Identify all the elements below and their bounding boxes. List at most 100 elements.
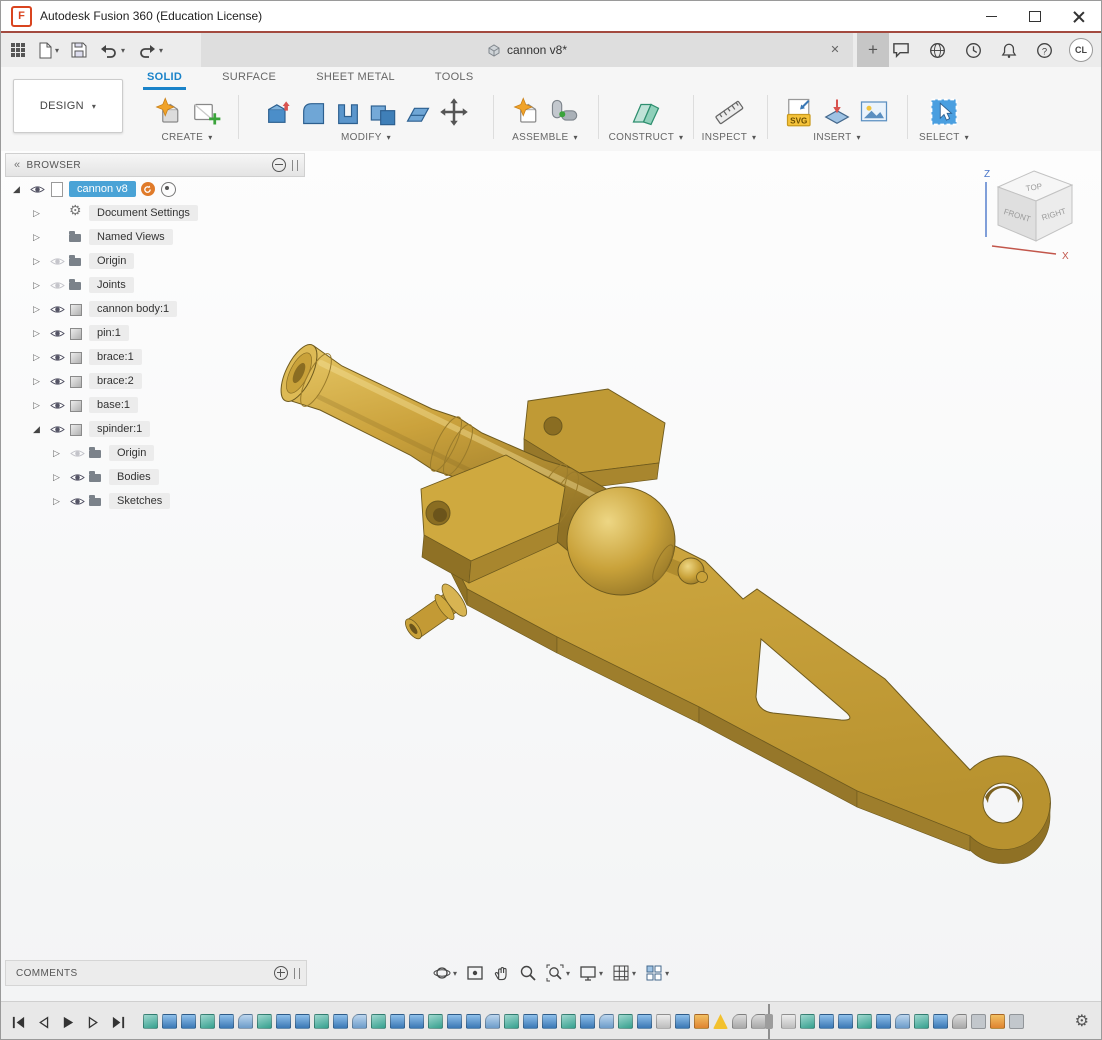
notifications-bell-icon[interactable] — [998, 37, 1020, 63]
timeline-feature-icon[interactable] — [1009, 1014, 1024, 1029]
canvas-icon[interactable] — [859, 97, 889, 127]
update-available-badge[interactable] — [141, 182, 155, 196]
expand-arrow-icon[interactable] — [53, 496, 67, 507]
visibility-eye-icon[interactable] — [70, 472, 85, 483]
browser-item[interactable]: pin:1 — [5, 321, 305, 345]
select-cursor-icon[interactable] — [929, 97, 959, 127]
visibility-eye-icon[interactable] — [50, 376, 65, 387]
timeline-feature-icon[interactable] — [162, 1014, 177, 1029]
tab-tools[interactable]: TOOLS — [431, 67, 478, 90]
clock-history-icon[interactable] — [962, 37, 985, 63]
timeline-feature-icon[interactable] — [675, 1014, 690, 1029]
pan-icon[interactable] — [493, 964, 510, 982]
file-menu-button[interactable]: ▾ — [35, 37, 62, 63]
timeline-feature-icon[interactable] — [599, 1014, 614, 1029]
insert-mesh-icon[interactable] — [822, 97, 852, 127]
browser-root-item[interactable]: cannon v8 — [5, 177, 305, 201]
visibility-eye-icon[interactable] — [50, 424, 65, 435]
expand-arrow-icon[interactable] — [33, 400, 47, 411]
timeline-feature-icon[interactable] — [485, 1014, 500, 1029]
panel-drag-grip[interactable] — [294, 968, 300, 979]
browser-item[interactable]: spinder:1 — [5, 417, 305, 441]
redo-icon[interactable]: ▾ — [134, 37, 166, 63]
timeline-feature-icon[interactable] — [219, 1014, 234, 1029]
timeline-feature-icon[interactable] — [409, 1014, 424, 1029]
skip-to-end-button[interactable] — [111, 1015, 126, 1030]
browser-item[interactable]: Bodies — [5, 465, 305, 489]
panel-drag-grip[interactable] — [292, 160, 298, 171]
visibility-eye-icon[interactable] — [50, 256, 65, 267]
browser-item[interactable]: brace:2 — [5, 369, 305, 393]
expand-arrow-icon[interactable] — [53, 448, 67, 459]
new-tab-button[interactable]: + — [857, 33, 889, 67]
timeline-feature-icon[interactable] — [504, 1014, 519, 1029]
timeline-feature-icon[interactable] — [914, 1014, 929, 1029]
undo-icon[interactable]: ▾ — [96, 37, 128, 63]
skip-to-start-button[interactable] — [11, 1015, 26, 1030]
maximize-button[interactable] — [1013, 1, 1057, 31]
timeline-feature-icon[interactable] — [523, 1014, 538, 1029]
component-activation-radio[interactable] — [161, 182, 176, 197]
timeline-feature-icon[interactable] — [637, 1014, 652, 1029]
expand-arrow-icon[interactable] — [13, 184, 27, 195]
visibility-eye-icon[interactable] — [30, 184, 45, 195]
timeline-feature-icon[interactable] — [143, 1014, 158, 1029]
expand-arrow-icon[interactable] — [53, 472, 67, 483]
visibility-eye-icon[interactable] — [50, 400, 65, 411]
timeline-feature-icon[interactable] — [933, 1014, 948, 1029]
timeline-feature-icon[interactable] — [656, 1014, 671, 1029]
timeline-feature-icon[interactable] — [876, 1014, 891, 1029]
browser-item[interactable]: base:1 — [5, 393, 305, 417]
combine-icon[interactable] — [369, 99, 397, 127]
fillet-icon[interactable] — [299, 99, 327, 127]
timeline-feature-icon[interactable] — [990, 1014, 1005, 1029]
inspect-dropdown[interactable]: INSPECT ▾ — [697, 132, 761, 143]
minimize-button[interactable] — [969, 1, 1013, 31]
visibility-eye-icon[interactable] — [50, 304, 65, 315]
tab-close-icon[interactable]: ✕ — [827, 41, 843, 57]
timeline-feature-icon[interactable] — [181, 1014, 196, 1029]
minimize-panel-icon[interactable] — [272, 158, 286, 172]
expand-arrow-icon[interactable] — [33, 352, 47, 363]
timeline-feature-icon[interactable] — [618, 1014, 633, 1029]
offset-face-icon[interactable] — [404, 99, 432, 127]
expand-arrow-icon[interactable] — [33, 232, 47, 243]
construct-dropdown[interactable]: CONSTRUCT ▾ — [603, 132, 689, 143]
zoom-icon[interactable] — [519, 964, 537, 982]
browser-item[interactable]: Named Views — [5, 225, 305, 249]
timeline-feature-icon[interactable] — [200, 1014, 215, 1029]
expand-arrow-icon[interactable] — [33, 424, 47, 435]
timeline-feature-icon[interactable] — [466, 1014, 481, 1029]
app-grid-icon[interactable] — [7, 37, 29, 63]
timeline-feature-icon[interactable] — [971, 1014, 986, 1029]
expand-arrow-icon[interactable] — [33, 256, 47, 267]
fit-icon[interactable]: ▾ — [546, 964, 570, 982]
modify-dropdown[interactable]: MODIFY ▾ — [245, 132, 487, 143]
step-back-button[interactable] — [37, 1015, 50, 1030]
expand-arrow-icon[interactable] — [33, 376, 47, 387]
play-button[interactable] — [61, 1015, 76, 1030]
timeline-feature-icon[interactable] — [781, 1014, 796, 1029]
visibility-eye-icon[interactable] — [50, 328, 65, 339]
timeline-feature-icon[interactable] — [732, 1014, 747, 1029]
joint-icon[interactable] — [549, 97, 579, 127]
timeline-feature-icon[interactable] — [276, 1014, 291, 1029]
timeline-feature-icon[interactable] — [838, 1014, 853, 1029]
shell-icon[interactable] — [334, 99, 362, 127]
orbit-icon[interactable]: ▾ — [433, 964, 457, 982]
insert-dropdown[interactable]: INSERT ▾ — [771, 132, 903, 143]
timeline-feature-icon[interactable] — [952, 1014, 967, 1029]
expand-arrow-icon[interactable] — [33, 328, 47, 339]
online-status-icon[interactable] — [926, 37, 949, 63]
browser-item[interactable]: Sketches — [5, 489, 305, 513]
look-at-icon[interactable] — [466, 964, 484, 982]
press-pull-icon[interactable] — [264, 99, 292, 127]
viewports-icon[interactable]: ▾ — [645, 964, 669, 982]
expand-arrow-icon[interactable] — [33, 304, 47, 315]
timeline-feature-icon[interactable] — [819, 1014, 834, 1029]
timeline-feature-icon[interactable] — [895, 1014, 910, 1029]
browser-item[interactable]: Origin — [5, 441, 305, 465]
browser-item[interactable]: Joints — [5, 273, 305, 297]
select-dropdown[interactable]: SELECT ▾ — [911, 132, 977, 143]
new-component-icon[interactable] — [512, 97, 542, 127]
